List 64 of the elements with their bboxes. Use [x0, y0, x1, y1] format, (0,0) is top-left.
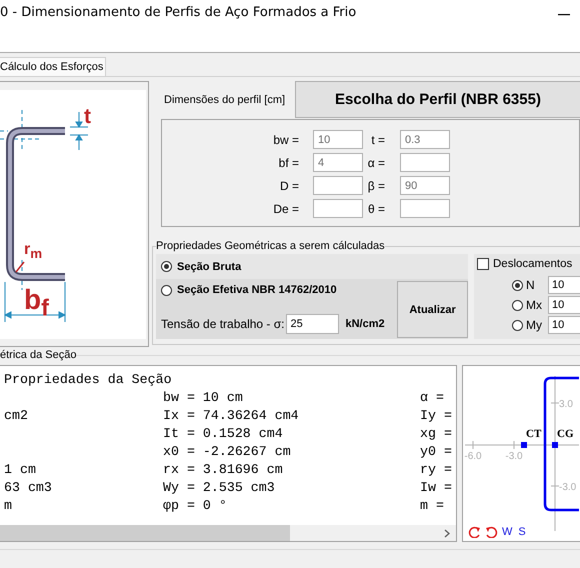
horizontal-scrollbar[interactable] [0, 525, 456, 541]
point-marker [521, 442, 527, 448]
view-toggle[interactable]: S [516, 526, 528, 538]
point-label: CG [557, 428, 574, 440]
axis-tick-label: -3.0 [559, 482, 576, 493]
result-text: 1 cm [4, 462, 36, 477]
stress-input[interactable]: 25 [286, 314, 340, 334]
field-label: t = [370, 132, 386, 146]
section-radio[interactable]: Seção Bruta [161, 260, 242, 272]
field-label: α = [366, 156, 386, 170]
result-text: m = [420, 498, 444, 513]
field-label: bf = [278, 156, 300, 170]
load-input[interactable]: 10 [548, 316, 580, 334]
result-text: φp = 0 ° [163, 498, 227, 513]
chevron-right-icon[interactable] [444, 528, 450, 538]
result-text: x0 = -2.26267 cm [163, 444, 291, 459]
load-input[interactable]: 10 [548, 276, 580, 294]
minimize-icon[interactable] [558, 14, 570, 16]
radius-label: r$_{m}$ [24, 242, 42, 261]
result-text: xg = [420, 426, 452, 441]
load-input[interactable]: 10 [548, 296, 580, 314]
rotate-icon[interactable] [468, 526, 482, 538]
result-text: It = 0.1528 cm4 [163, 426, 283, 441]
load-radio[interactable]: Mx [512, 298, 544, 312]
load-radio[interactable]: My [512, 318, 544, 332]
stress-label: Tensão de trabalho - σ: [161, 317, 284, 331]
result-text: Ix = 74.36264 cm4 [163, 408, 299, 423]
result-text: 63 cm3 [4, 480, 52, 495]
point-marker [552, 442, 558, 448]
group-title: Propriedades Geométricas a serem cálculadas [156, 240, 385, 252]
result-text: rx = 3.81696 cm [163, 462, 283, 477]
section-radio[interactable]: Seção Efetiva NBR 14762/2010 [161, 284, 394, 296]
result-text: Iy = [420, 408, 452, 423]
view-toggle[interactable]: W [500, 526, 514, 538]
result-text: cm2 [4, 408, 28, 423]
result-text: Wy = 2.535 cm3 [163, 480, 275, 495]
axis-tick-label: -6.0 [464, 451, 482, 462]
displacements-checkbox[interactable]: Deslocamentos [477, 258, 572, 270]
dimensions-label: Dimensões do perfil [cm] [163, 93, 286, 108]
load-radio[interactable]: N [512, 278, 544, 292]
axis-tick-label: 3.0 [559, 399, 573, 410]
result-text: bw = 10 cm [163, 390, 243, 405]
result-text: Iw = [420, 480, 452, 495]
results-heading: Propriedades da Seção [4, 371, 173, 389]
thickness-label: t [84, 106, 91, 127]
result-text: α = [420, 390, 444, 405]
field-label: D = [278, 178, 300, 192]
result-text: y0 = [420, 444, 452, 459]
unit-label: kN/cm2 [345, 318, 385, 330]
group-title: étrica da Seção [0, 349, 76, 361]
field-label: β = [366, 178, 386, 192]
choose-profile-button[interactable]: Escolha do Perfil (NBR 6355) [295, 81, 580, 118]
point-label: CT [526, 428, 542, 440]
update-button[interactable]: Atualizar [397, 281, 468, 338]
field-label: θ = [366, 202, 386, 216]
tab[interactable]: Cálculo dos Esforços [0, 57, 106, 76]
rotate-icon[interactable] [484, 526, 498, 538]
result-text: ry = [420, 462, 452, 477]
field-label: De = [272, 202, 300, 216]
result-text: m [4, 498, 12, 513]
flange-width-label: b$_{f}$ [24, 286, 49, 320]
axis-tick-label: -3.0 [505, 451, 523, 462]
field-label: bw = [272, 132, 300, 146]
window-title: 0 - Dimensionamento de Perfis de Aço Formados a Frio [0, 5, 356, 20]
